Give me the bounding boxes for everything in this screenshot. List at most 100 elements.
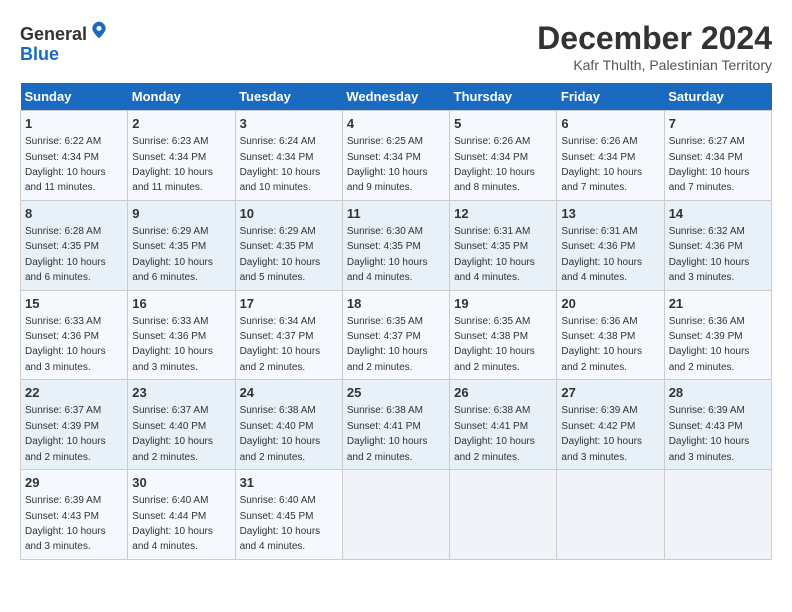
day-number: 29 [25, 474, 123, 492]
calendar-cell: 21 Sunrise: 6:36 AMSunset: 4:39 PMDaylig… [664, 290, 771, 380]
calendar-cell: 19 Sunrise: 6:35 AMSunset: 4:38 PMDaylig… [450, 290, 557, 380]
calendar-cell: 9 Sunrise: 6:29 AMSunset: 4:35 PMDayligh… [128, 200, 235, 290]
day-number: 1 [25, 115, 123, 133]
day-number: 9 [132, 205, 230, 223]
day-number: 26 [454, 384, 552, 402]
calendar-cell: 15 Sunrise: 6:33 AMSunset: 4:36 PMDaylig… [21, 290, 128, 380]
calendar-cell [450, 470, 557, 560]
day-number: 21 [669, 295, 767, 313]
calendar-body: 1 Sunrise: 6:22 AMSunset: 4:34 PMDayligh… [21, 111, 772, 560]
calendar-cell: 23 Sunrise: 6:37 AMSunset: 4:40 PMDaylig… [128, 380, 235, 470]
day-number: 20 [561, 295, 659, 313]
day-header-wednesday: Wednesday [342, 83, 449, 111]
day-info: Sunrise: 6:25 AMSunset: 4:34 PMDaylight:… [347, 136, 428, 193]
calendar-header-row: SundayMondayTuesdayWednesdayThursdayFrid… [21, 83, 772, 111]
calendar-cell: 28 Sunrise: 6:39 AMSunset: 4:43 PMDaylig… [664, 380, 771, 470]
day-info: Sunrise: 6:27 AMSunset: 4:34 PMDaylight:… [669, 136, 750, 193]
calendar-week-5: 29 Sunrise: 6:39 AMSunset: 4:43 PMDaylig… [21, 470, 772, 560]
calendar-cell: 4 Sunrise: 6:25 AMSunset: 4:34 PMDayligh… [342, 111, 449, 201]
logo-blue-text: Blue [20, 44, 59, 64]
day-info: Sunrise: 6:31 AMSunset: 4:35 PMDaylight:… [454, 226, 535, 283]
month-title: December 2024 [537, 20, 772, 57]
calendar-week-4: 22 Sunrise: 6:37 AMSunset: 4:39 PMDaylig… [21, 380, 772, 470]
calendar-table: SundayMondayTuesdayWednesdayThursdayFrid… [20, 83, 772, 560]
calendar-cell: 12 Sunrise: 6:31 AMSunset: 4:35 PMDaylig… [450, 200, 557, 290]
day-header-thursday: Thursday [450, 83, 557, 111]
day-info: Sunrise: 6:36 AMSunset: 4:39 PMDaylight:… [669, 316, 750, 373]
day-info: Sunrise: 6:39 AMSunset: 4:43 PMDaylight:… [669, 405, 750, 462]
calendar-cell: 10 Sunrise: 6:29 AMSunset: 4:35 PMDaylig… [235, 200, 342, 290]
day-number: 3 [240, 115, 338, 133]
day-number: 10 [240, 205, 338, 223]
day-number: 22 [25, 384, 123, 402]
calendar-cell: 16 Sunrise: 6:33 AMSunset: 4:36 PMDaylig… [128, 290, 235, 380]
calendar-week-2: 8 Sunrise: 6:28 AMSunset: 4:35 PMDayligh… [21, 200, 772, 290]
day-info: Sunrise: 6:33 AMSunset: 4:36 PMDaylight:… [132, 316, 213, 373]
day-number: 27 [561, 384, 659, 402]
day-info: Sunrise: 6:22 AMSunset: 4:34 PMDaylight:… [25, 136, 106, 193]
calendar-cell: 30 Sunrise: 6:40 AMSunset: 4:44 PMDaylig… [128, 470, 235, 560]
calendar-week-1: 1 Sunrise: 6:22 AMSunset: 4:34 PMDayligh… [21, 111, 772, 201]
day-info: Sunrise: 6:39 AMSunset: 4:43 PMDaylight:… [25, 495, 106, 552]
calendar-week-3: 15 Sunrise: 6:33 AMSunset: 4:36 PMDaylig… [21, 290, 772, 380]
calendar-cell [557, 470, 664, 560]
calendar-cell: 8 Sunrise: 6:28 AMSunset: 4:35 PMDayligh… [21, 200, 128, 290]
calendar-cell: 17 Sunrise: 6:34 AMSunset: 4:37 PMDaylig… [235, 290, 342, 380]
day-info: Sunrise: 6:36 AMSunset: 4:38 PMDaylight:… [561, 316, 642, 373]
calendar-cell: 1 Sunrise: 6:22 AMSunset: 4:34 PMDayligh… [21, 111, 128, 201]
calendar-cell: 29 Sunrise: 6:39 AMSunset: 4:43 PMDaylig… [21, 470, 128, 560]
day-number: 5 [454, 115, 552, 133]
day-number: 19 [454, 295, 552, 313]
day-number: 31 [240, 474, 338, 492]
calendar-cell: 18 Sunrise: 6:35 AMSunset: 4:37 PMDaylig… [342, 290, 449, 380]
day-number: 30 [132, 474, 230, 492]
day-header-friday: Friday [557, 83, 664, 111]
day-number: 8 [25, 205, 123, 223]
day-number: 16 [132, 295, 230, 313]
calendar-cell: 27 Sunrise: 6:39 AMSunset: 4:42 PMDaylig… [557, 380, 664, 470]
day-number: 14 [669, 205, 767, 223]
day-info: Sunrise: 6:32 AMSunset: 4:36 PMDaylight:… [669, 226, 750, 283]
day-number: 11 [347, 205, 445, 223]
day-info: Sunrise: 6:23 AMSunset: 4:34 PMDaylight:… [132, 136, 213, 193]
calendar-cell: 11 Sunrise: 6:30 AMSunset: 4:35 PMDaylig… [342, 200, 449, 290]
day-info: Sunrise: 6:33 AMSunset: 4:36 PMDaylight:… [25, 316, 106, 373]
calendar-cell: 24 Sunrise: 6:38 AMSunset: 4:40 PMDaylig… [235, 380, 342, 470]
day-number: 24 [240, 384, 338, 402]
calendar-cell: 2 Sunrise: 6:23 AMSunset: 4:34 PMDayligh… [128, 111, 235, 201]
calendar-cell: 7 Sunrise: 6:27 AMSunset: 4:34 PMDayligh… [664, 111, 771, 201]
calendar-cell [342, 470, 449, 560]
calendar-cell: 3 Sunrise: 6:24 AMSunset: 4:34 PMDayligh… [235, 111, 342, 201]
day-info: Sunrise: 6:28 AMSunset: 4:35 PMDaylight:… [25, 226, 106, 283]
day-info: Sunrise: 6:37 AMSunset: 4:39 PMDaylight:… [25, 405, 106, 462]
logo: General Blue [20, 20, 109, 65]
calendar-cell [664, 470, 771, 560]
day-info: Sunrise: 6:38 AMSunset: 4:41 PMDaylight:… [347, 405, 428, 462]
page-header: General Blue December 2024 Kafr Thulth, … [20, 20, 772, 73]
location-title: Kafr Thulth, Palestinian Territory [537, 57, 772, 73]
day-number: 12 [454, 205, 552, 223]
day-number: 13 [561, 205, 659, 223]
day-number: 15 [25, 295, 123, 313]
day-header-tuesday: Tuesday [235, 83, 342, 111]
calendar-cell: 14 Sunrise: 6:32 AMSunset: 4:36 PMDaylig… [664, 200, 771, 290]
calendar-cell: 26 Sunrise: 6:38 AMSunset: 4:41 PMDaylig… [450, 380, 557, 470]
day-number: 25 [347, 384, 445, 402]
day-number: 4 [347, 115, 445, 133]
day-info: Sunrise: 6:38 AMSunset: 4:40 PMDaylight:… [240, 405, 321, 462]
day-number: 23 [132, 384, 230, 402]
calendar-cell: 20 Sunrise: 6:36 AMSunset: 4:38 PMDaylig… [557, 290, 664, 380]
day-number: 18 [347, 295, 445, 313]
day-header-monday: Monday [128, 83, 235, 111]
day-number: 17 [240, 295, 338, 313]
logo-general-text: General [20, 24, 87, 44]
day-info: Sunrise: 6:26 AMSunset: 4:34 PMDaylight:… [561, 136, 642, 193]
calendar-cell: 13 Sunrise: 6:31 AMSunset: 4:36 PMDaylig… [557, 200, 664, 290]
calendar-cell: 25 Sunrise: 6:38 AMSunset: 4:41 PMDaylig… [342, 380, 449, 470]
day-number: 28 [669, 384, 767, 402]
calendar-cell: 6 Sunrise: 6:26 AMSunset: 4:34 PMDayligh… [557, 111, 664, 201]
day-number: 6 [561, 115, 659, 133]
day-info: Sunrise: 6:38 AMSunset: 4:41 PMDaylight:… [454, 405, 535, 462]
calendar-cell: 22 Sunrise: 6:37 AMSunset: 4:39 PMDaylig… [21, 380, 128, 470]
day-info: Sunrise: 6:31 AMSunset: 4:36 PMDaylight:… [561, 226, 642, 283]
